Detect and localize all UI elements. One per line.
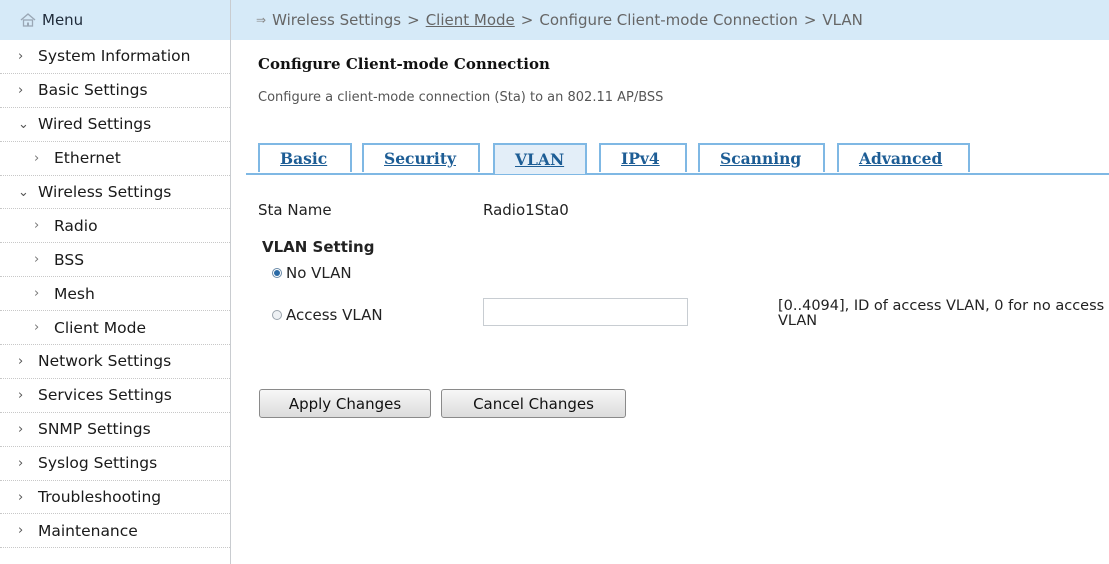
sidebar-item-label: Syslog Settings xyxy=(38,454,158,473)
tab-vlan[interactable]: VLAN xyxy=(493,143,587,174)
page-description: Configure a client-mode connection (Sta)… xyxy=(258,90,664,105)
sidebar-item-label: Network Settings xyxy=(38,352,172,371)
breadcrumb-separator: > xyxy=(803,11,817,29)
menu-label: Menu xyxy=(42,11,84,29)
tab-basic[interactable]: Basic xyxy=(258,143,352,172)
access-vlan-label: Access VLAN xyxy=(286,306,383,324)
tab-bar: Basic Security VLAN IPv4 Scanning Advanc… xyxy=(246,143,1109,175)
sta-name-label: Sta Name xyxy=(258,201,332,219)
sidebar-item-label: Maintenance xyxy=(38,521,138,540)
breadcrumb: ⇒ Wireless Settings > Client Mode > Conf… xyxy=(231,0,1109,40)
sidebar-item-label: System Information xyxy=(38,47,191,66)
sidebar-item-snmp-settings[interactable]: › SNMP Settings xyxy=(0,413,230,447)
sidebar-item-label: Ethernet xyxy=(54,149,121,168)
tab-scanning[interactable]: Scanning xyxy=(698,143,825,172)
no-vlan-label: No VLAN xyxy=(286,264,352,282)
sidebar-item-basic-settings[interactable]: › Basic Settings xyxy=(0,74,230,108)
tab-advanced[interactable]: Advanced xyxy=(837,143,970,172)
breadcrumb-separator: > xyxy=(520,11,534,29)
sidebar-item-wireless-settings[interactable]: ⌄ Wireless Settings xyxy=(0,176,230,210)
chevron-right-icon: › xyxy=(18,82,24,98)
breadcrumb-item-wireless-settings: Wireless Settings xyxy=(272,11,402,29)
access-vlan-hint: [0..4094], ID of access VLAN, 0 for no a… xyxy=(778,298,1105,329)
tab-ipv4[interactable]: IPv4 xyxy=(599,143,687,172)
sidebar: Menu › System Information › Basic Settings… xyxy=(0,0,231,564)
menu-header[interactable]: Menu xyxy=(0,0,230,40)
arrow-icon: ⇒ xyxy=(256,13,267,27)
sidebar-item-label: Troubleshooting xyxy=(38,488,162,507)
nav-list: › System Information › Basic Settings ⌄ Wir… xyxy=(0,40,230,549)
no-vlan-option[interactable]: No VLAN xyxy=(272,264,352,282)
chevron-right-icon: › xyxy=(18,489,24,505)
no-vlan-radio[interactable] xyxy=(272,268,282,278)
sidebar-item-troubleshooting[interactable]: › Troubleshooting xyxy=(0,481,230,515)
sta-name-value: Radio1Sta0 xyxy=(483,201,569,219)
page-title: Configure Client-mode Connection xyxy=(258,55,550,73)
access-vlan-input[interactable] xyxy=(483,298,688,326)
content-area: Configure Client-mode Connection Configu… xyxy=(258,55,1098,105)
sidebar-item-maintenance[interactable]: › Maintenance xyxy=(0,514,230,549)
sidebar-item-label: BSS xyxy=(54,250,85,269)
sidebar-item-wired-settings[interactable]: ⌄ Wired Settings xyxy=(0,108,230,142)
chevron-right-icon: › xyxy=(18,455,24,471)
sidebar-item-label: Client Mode xyxy=(54,318,147,337)
chevron-right-icon: › xyxy=(18,421,24,437)
breadcrumb-separator: > xyxy=(407,11,420,29)
sidebar-item-label: Basic Settings xyxy=(38,81,148,100)
chevron-right-icon: › xyxy=(18,353,24,369)
sidebar-item-label: Radio xyxy=(54,216,98,235)
tab-security[interactable]: Security xyxy=(362,143,480,172)
sidebar-item-label: Wireless Settings xyxy=(38,183,172,201)
sidebar-item-label: Mesh xyxy=(54,284,95,303)
chevron-right-icon: › xyxy=(34,252,40,268)
sidebar-item-bss[interactable]: › BSS xyxy=(0,243,230,278)
chevron-right-icon: › xyxy=(34,218,40,234)
chevron-down-icon: ⌄ xyxy=(18,184,29,200)
chevron-right-icon: › xyxy=(34,320,40,336)
sidebar-item-ethernet[interactable]: › Ethernet xyxy=(0,142,230,176)
apply-changes-button[interactable]: Apply Changes xyxy=(259,389,431,418)
sidebar-item-network-settings[interactable]: › Network Settings xyxy=(0,345,230,379)
breadcrumb-item-configure-client-mode: Configure Client-mode Connection xyxy=(539,11,798,29)
sidebar-item-system-information[interactable]: › System Information xyxy=(0,40,230,74)
chevron-right-icon: › xyxy=(34,286,40,302)
sidebar-item-radio[interactable]: › Radio xyxy=(0,209,230,244)
chevron-right-icon: › xyxy=(34,150,40,166)
chevron-right-icon: › xyxy=(18,523,24,539)
home-icon xyxy=(20,13,36,27)
sidebar-item-label: Services Settings xyxy=(38,386,172,405)
access-vlan-option[interactable]: Access VLAN xyxy=(272,306,383,324)
cancel-changes-button[interactable]: Cancel Changes xyxy=(441,389,626,418)
sidebar-item-label: SNMP Settings xyxy=(38,420,151,439)
sidebar-item-syslog-settings[interactable]: › Syslog Settings xyxy=(0,447,230,481)
sidebar-item-label: Wired Settings xyxy=(38,115,152,134)
sidebar-item-services-settings[interactable]: › Services Settings xyxy=(0,379,230,413)
chevron-right-icon: › xyxy=(18,48,24,64)
sidebar-item-mesh[interactable]: › Mesh xyxy=(0,277,230,312)
breadcrumb-link-client-mode[interactable]: Client Mode xyxy=(426,11,515,29)
breadcrumb-item-vlan: VLAN xyxy=(822,11,863,29)
chevron-down-icon: ⌄ xyxy=(18,116,29,132)
vlan-setting-title: VLAN Setting xyxy=(262,238,375,256)
access-vlan-radio[interactable] xyxy=(272,310,282,320)
sidebar-item-client-mode[interactable]: › Client Mode xyxy=(0,311,230,346)
chevron-right-icon: › xyxy=(18,387,24,403)
